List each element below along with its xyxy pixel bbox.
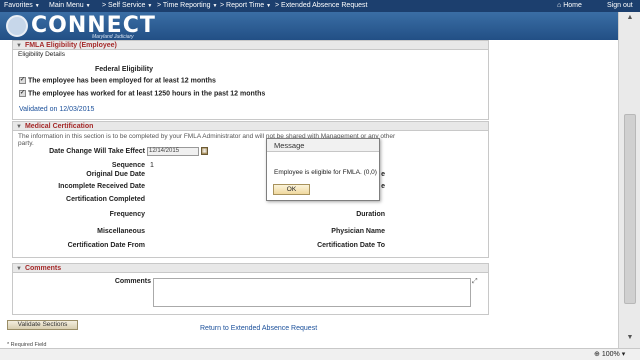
incomplete-received-date-label: Incomplete Received Date: [58, 183, 145, 190]
fmla-eligibility-header[interactable]: ▼ FMLA Eligibility (Employee): [13, 41, 488, 50]
scroll-down-arrow-icon[interactable]: ▼: [624, 334, 636, 344]
breadcrumb-self-service[interactable]: > Self Service ▼: [102, 2, 152, 9]
duration-label: Duration: [356, 211, 385, 218]
medical-certification-title: Medical Certification: [24, 123, 94, 130]
zoom-level: 100%: [601, 351, 620, 358]
sequence-label: Sequence: [111, 162, 145, 169]
federal-eligibility-label: Federal Eligibility: [95, 66, 153, 73]
collapse-triangle-icon: ▼: [16, 124, 22, 130]
comments-title: Comments: [24, 265, 62, 272]
original-due-date-label: Original Due Date: [86, 171, 145, 178]
eligibility-details-label: Eligibility Details: [18, 51, 65, 58]
message-dialog-text: Employee is eligible for FMLA. (0,0): [274, 169, 377, 176]
chevron-down-icon: ▼: [266, 3, 272, 9]
date-change-label: Date Change Will Take Effect: [49, 148, 145, 155]
scroll-thumb[interactable]: [624, 114, 636, 304]
medical-note-line2: party.: [18, 140, 34, 147]
chevron-down-icon: ▼: [34, 3, 40, 9]
scroll-up-arrow-icon[interactable]: ▲: [624, 14, 636, 24]
favorites-label: Favorites: [4, 2, 33, 9]
breadcrumb-separator: >: [220, 2, 225, 9]
chevron-down-icon: ▼: [212, 3, 218, 9]
breadcrumb-label: Extended Absence Request: [281, 2, 368, 9]
breadcrumb-current: > Extended Absence Request: [275, 2, 367, 9]
checkbox-label: The employee has been employed for at le…: [28, 77, 216, 85]
validated-date-text: Validated on 12/03/2015: [19, 106, 95, 113]
breadcrumb-separator: >: [275, 2, 280, 9]
breadcrumb-report-time[interactable]: > Report Time ▼: [220, 2, 271, 9]
comments-header[interactable]: ▼ Comments: [13, 264, 488, 273]
certification-date-to-label: Certification Date To: [317, 242, 385, 249]
main-menu-label: Main Menu: [49, 2, 84, 9]
seal-logo-icon: [6, 15, 28, 37]
calendar-icon[interactable]: ▦: [201, 147, 208, 155]
browser-status-bar: ⊕ 100% ▾: [0, 348, 640, 360]
home-icon: ⌂: [557, 2, 562, 9]
favorites-menu[interactable]: Favorites ▼: [4, 2, 40, 9]
miscellaneous-label: Miscellaneous: [97, 228, 145, 235]
home-label: Home: [563, 2, 582, 9]
validate-sections-button[interactable]: Validate Sections: [7, 320, 78, 330]
breadcrumb-time-reporting[interactable]: > Time Reporting ▼: [157, 2, 217, 9]
main-menu[interactable]: Main Menu ▼: [49, 2, 91, 9]
comments-textarea[interactable]: [153, 278, 471, 307]
fmla-eligibility-title: FMLA Eligibility (Employee): [24, 42, 117, 49]
chevron-down-icon: ▼: [147, 3, 153, 9]
zoom-control[interactable]: ⊕ 100% ▾: [594, 350, 625, 358]
breadcrumb-label: Time Reporting: [162, 2, 211, 9]
chevron-down-icon: ▼: [85, 3, 91, 9]
certification-date-from-label: Certification Date From: [67, 242, 145, 249]
collapse-triangle-icon: ▼: [16, 43, 22, 49]
certification-completed-label: Certification Completed: [66, 196, 145, 203]
return-to-request-link[interactable]: Return to Extended Absence Request: [200, 325, 317, 332]
physician-name-label: Physician Name: [331, 228, 385, 235]
date-change-input[interactable]: 12/14/2015: [147, 147, 199, 156]
frequency-label: Frequency: [109, 211, 145, 218]
header-banner: CONNECT Maryland Judiciary: [0, 12, 618, 40]
collapse-triangle-icon: ▼: [16, 266, 22, 272]
magnifier-icon: ⊕: [594, 351, 600, 358]
eligibility-check-1250-hours: ✓ The employee has worked for at least 12…: [19, 90, 265, 97]
sign-out-link[interactable]: Sign out: [607, 2, 633, 9]
expand-textarea-icon[interactable]: ⤢: [472, 278, 478, 286]
breadcrumb-label: Self Service: [108, 2, 146, 9]
checkbox[interactable]: ✓: [19, 90, 26, 97]
comments-label: Comments: [114, 278, 151, 285]
ok-button[interactable]: OK: [273, 184, 310, 195]
message-dialog-title: Message: [267, 139, 379, 152]
breadcrumb-label: Report Time: [226, 2, 265, 9]
checkbox[interactable]: ✓: [19, 77, 26, 84]
top-nav-bar: Favorites ▼ Main Menu ▼ > Self Service ▼ > …: [0, 0, 640, 12]
medical-certification-header[interactable]: ▼ Medical Certification: [13, 122, 488, 131]
chevron-down-icon: ▾: [621, 351, 626, 358]
eligibility-check-12-months: ✓ The employee has been employed for at l…: [19, 77, 216, 84]
home-link[interactable]: ⌂ Home: [557, 2, 582, 9]
breadcrumb-separator: >: [157, 2, 162, 9]
checkbox-label: The employee has worked for at least 125…: [28, 90, 266, 98]
vertical-scrollbar[interactable]: ▲ ▼: [618, 12, 640, 348]
sequence-value: 1: [150, 162, 154, 169]
breadcrumb-separator: >: [102, 2, 107, 9]
